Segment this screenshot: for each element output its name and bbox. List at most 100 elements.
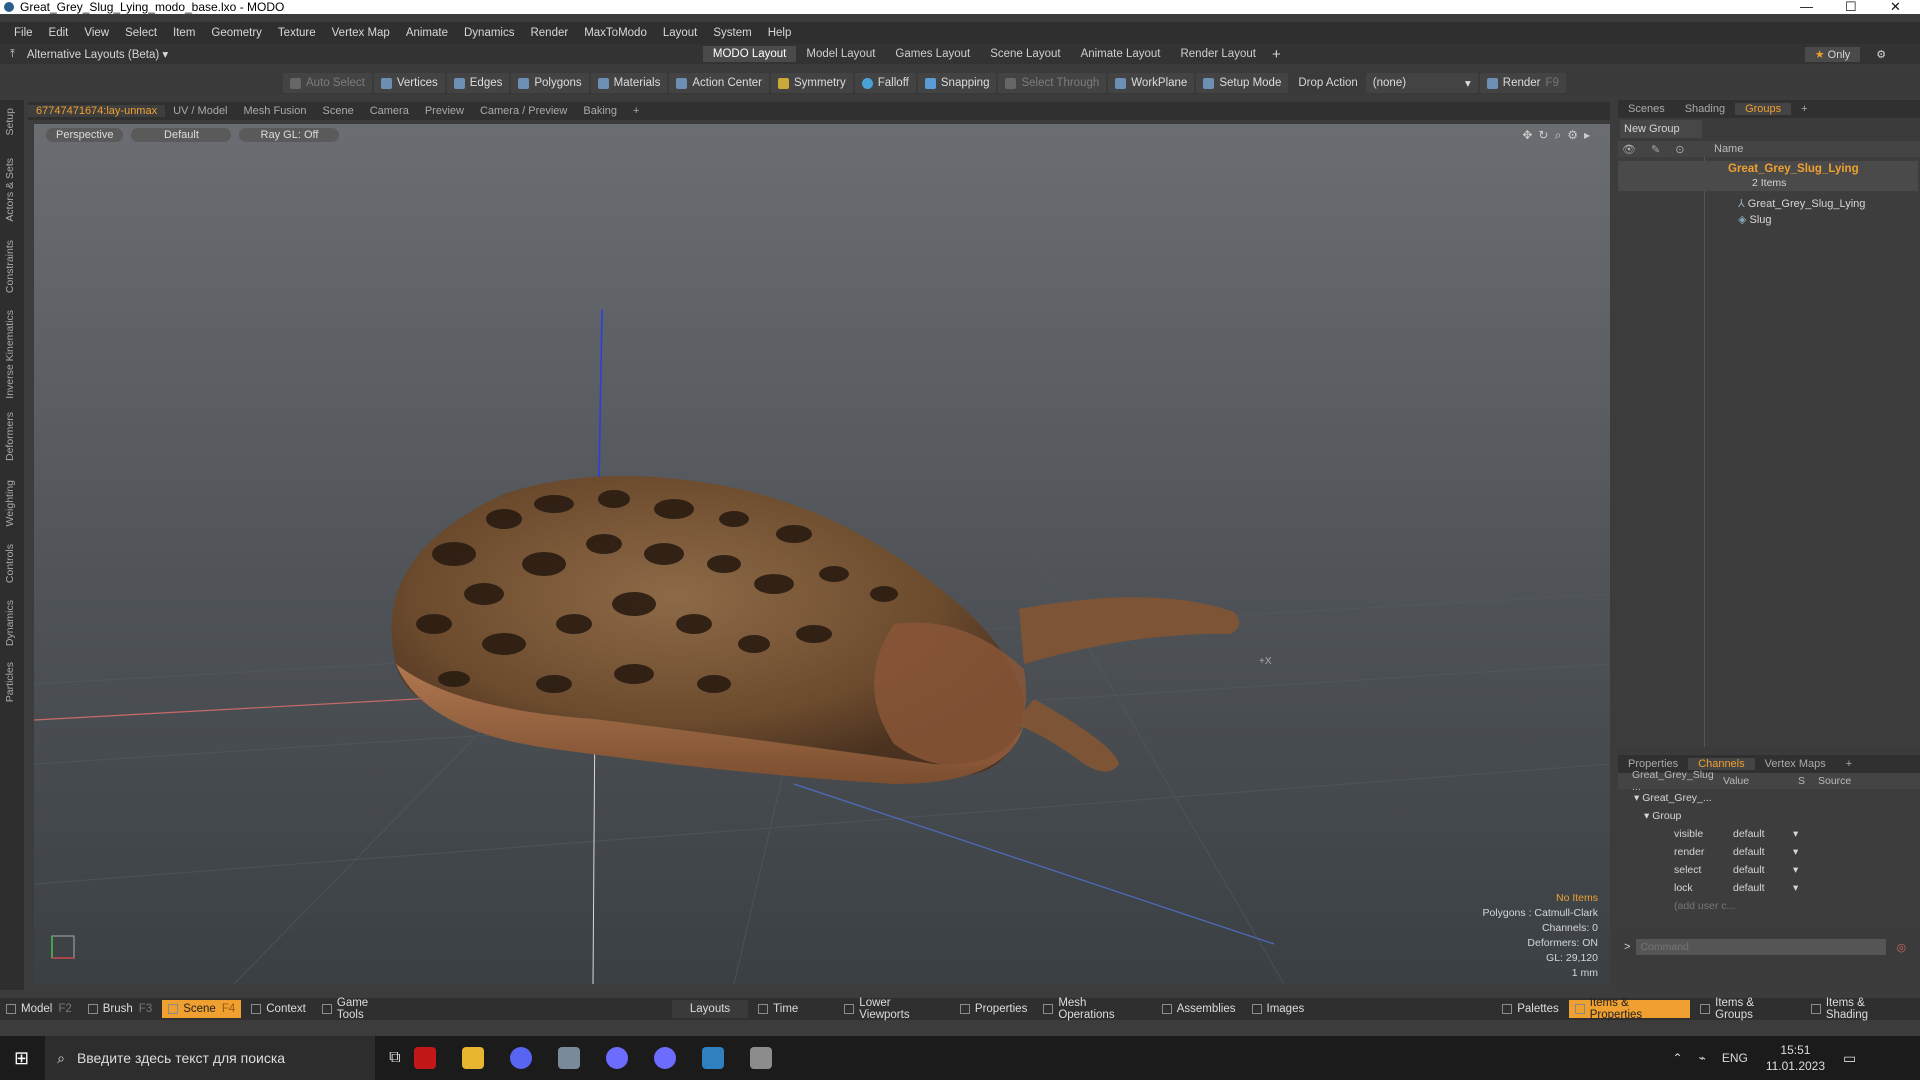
menu-system[interactable]: System xyxy=(713,27,751,39)
vtab-setup[interactable]: Setup xyxy=(4,108,16,135)
tab-shading[interactable]: Shading xyxy=(1675,103,1735,115)
menu-animate[interactable]: Animate xyxy=(406,27,448,39)
mesh-operations-button[interactable]: Mesh Operations xyxy=(1037,997,1151,1021)
layouts-button[interactable]: Layouts xyxy=(671,1000,749,1018)
menu-maxtomodo[interactable]: MaxToModo xyxy=(584,27,647,39)
taskbar-search-box[interactable]: ⌕ Введите здесь текст для поиска xyxy=(45,1036,376,1080)
channel-row-select[interactable]: select default ▾ xyxy=(1618,861,1920,879)
game-tools-button[interactable]: Game Tools xyxy=(316,997,404,1021)
network-icon[interactable]: ⌁ xyxy=(1699,1051,1706,1065)
tab-vertex-maps[interactable]: Vertex Maps xyxy=(1755,758,1836,770)
edges-button[interactable]: Edges xyxy=(446,73,510,93)
snapping-button[interactable]: Snapping xyxy=(917,73,997,93)
discord-icon[interactable] xyxy=(509,1047,532,1069)
layout-pin-icon[interactable]: ⤒ xyxy=(10,48,15,61)
tab-camera-preview[interactable]: Camera / Preview xyxy=(472,105,575,117)
alt-layouts-dropdown[interactable]: Alternative Layouts (Beta) ▾ xyxy=(27,47,703,61)
workplane-button[interactable]: WorkPlane xyxy=(1108,73,1195,93)
menu-item[interactable]: Item xyxy=(173,27,195,39)
chevron-down-icon[interactable]: ▾ xyxy=(1793,843,1798,861)
channels-group[interactable]: ▾ Group xyxy=(1618,807,1920,825)
tab-scenes[interactable]: Scenes xyxy=(1618,103,1675,115)
task-view-icon[interactable]: ⧉ xyxy=(389,1049,400,1067)
gear-icon[interactable]: ⚙ xyxy=(1876,48,1886,61)
tab-animate-layout[interactable]: Animate Layout xyxy=(1071,46,1171,62)
vtab-weighting[interactable]: Weighting xyxy=(4,480,16,527)
record-icon[interactable]: ◎ xyxy=(1896,941,1906,954)
properties-button[interactable]: Properties xyxy=(954,1000,1033,1018)
lower-viewports-button[interactable]: Lower Viewports xyxy=(838,997,950,1021)
new-group-button[interactable]: New Group xyxy=(1620,120,1702,138)
tab-mesh-fusion[interactable]: Mesh Fusion xyxy=(236,105,315,117)
modo-taskbar-icon[interactable] xyxy=(701,1047,724,1069)
items-groups-button[interactable]: Items & Groups xyxy=(1694,997,1801,1021)
shading-dropdown[interactable]: Default xyxy=(131,128,232,142)
tab-scene[interactable]: Scene xyxy=(315,105,362,117)
palettes-button[interactable]: Palettes xyxy=(1496,1000,1565,1018)
menu-geometry[interactable]: Geometry xyxy=(211,27,262,39)
add-layout-icon[interactable]: + xyxy=(1272,46,1281,63)
menu-select[interactable]: Select xyxy=(125,27,157,39)
select-through-button[interactable]: Select Through xyxy=(998,73,1107,93)
add-panel-icon[interactable]: + xyxy=(1836,758,1862,770)
tab-model-layout[interactable]: Model Layout xyxy=(796,46,885,62)
maximize-icon[interactable]: ☐ xyxy=(1845,0,1857,15)
render-button[interactable]: Render F9 xyxy=(1479,73,1566,93)
menu-vertex-map[interactable]: Vertex Map xyxy=(332,27,390,39)
channels-root[interactable]: ▾ Great_Grey_... xyxy=(1618,789,1920,807)
tab-uv-model[interactable]: UV / Model xyxy=(165,105,235,117)
images-button[interactable]: Images xyxy=(1246,1000,1311,1018)
group-row[interactable]: Great_Grey_Slug_Lying 2 Items xyxy=(1618,161,1918,191)
scene-mode-button[interactable]: Scene F4 xyxy=(162,1000,242,1018)
vtab-deformers[interactable]: Deformers xyxy=(4,412,16,461)
vtab-inverse-kinematics[interactable]: Inverse Kinematics xyxy=(4,310,16,399)
app-icon[interactable] xyxy=(749,1047,772,1069)
assemblies-button[interactable]: Assemblies xyxy=(1156,1000,1242,1018)
command-input[interactable] xyxy=(1636,939,1887,955)
menu-render[interactable]: Render xyxy=(530,27,568,39)
opera-icon[interactable] xyxy=(413,1047,436,1069)
tab-baking[interactable]: Baking xyxy=(575,105,625,117)
3d-viewport[interactable]: +X Perspective Default Ray GL: Off ✥↻⌕⚙▸… xyxy=(34,124,1610,984)
tab-lay-unmax[interactable]: 67747471674:lay-unmax xyxy=(28,105,166,117)
close-icon[interactable]: ✕ xyxy=(1890,0,1901,15)
setup-mode-button[interactable]: Setup Mode xyxy=(1196,73,1289,93)
slug-model[interactable] xyxy=(391,476,1240,784)
file-explorer-icon[interactable] xyxy=(461,1047,484,1069)
tab-modo-layout[interactable]: MODO Layout xyxy=(702,46,797,62)
notifications-icon[interactable]: ▭ xyxy=(1843,1050,1856,1067)
chevron-down-icon[interactable]: ▾ xyxy=(1793,825,1798,843)
tab-groups[interactable]: Groups xyxy=(1735,103,1792,115)
menu-file[interactable]: File xyxy=(14,27,33,39)
app-icon[interactable] xyxy=(653,1047,676,1069)
tab-preview[interactable]: Preview xyxy=(417,105,472,117)
chevron-down-icon[interactable]: ▾ xyxy=(1793,879,1798,897)
tray-chevron-icon[interactable]: ⌃ xyxy=(1673,1051,1683,1065)
action-center-button[interactable]: Action Center xyxy=(669,73,770,93)
model-mode-button[interactable]: Model F2 xyxy=(0,1000,78,1018)
channel-row-visible[interactable]: visible default ▾ xyxy=(1618,825,1920,843)
add-tab-icon[interactable]: + xyxy=(625,105,647,117)
symmetry-button[interactable]: Symmetry xyxy=(771,73,853,93)
menu-texture[interactable]: Texture xyxy=(278,27,316,39)
tab-render-layout[interactable]: Render Layout xyxy=(1170,46,1265,62)
items-properties-button[interactable]: Items & Properties xyxy=(1568,997,1691,1021)
materials-button[interactable]: Materials xyxy=(590,73,668,93)
only-button[interactable]: ★ Only xyxy=(1804,46,1861,62)
language-indicator[interactable]: ENG xyxy=(1722,1051,1748,1065)
vtab-controls[interactable]: Controls xyxy=(4,544,16,583)
tab-camera[interactable]: Camera xyxy=(362,105,417,117)
tree-item-slug[interactable]: ◈ Slug xyxy=(1738,213,1772,226)
projection-dropdown[interactable]: Perspective xyxy=(46,128,124,142)
menu-dynamics[interactable]: Dynamics xyxy=(464,27,514,39)
time-button[interactable]: Time xyxy=(752,1000,804,1018)
viewport-nav-icons[interactable]: ✥↻⌕⚙▸ xyxy=(1522,128,1596,143)
add-user-channel[interactable]: (add user c... xyxy=(1618,897,1920,915)
auto-select-button[interactable]: Auto Select xyxy=(283,73,372,93)
brush-mode-button[interactable]: Brush F3 xyxy=(82,1000,158,1018)
add-panel-icon[interactable]: + xyxy=(1791,103,1817,115)
context-button[interactable]: Context xyxy=(245,1000,312,1018)
polygons-button[interactable]: Polygons xyxy=(511,73,589,93)
vtab-constraints[interactable]: Constraints xyxy=(4,240,16,293)
clock[interactable]: 15:51 11.01.2023 xyxy=(1766,1042,1825,1074)
